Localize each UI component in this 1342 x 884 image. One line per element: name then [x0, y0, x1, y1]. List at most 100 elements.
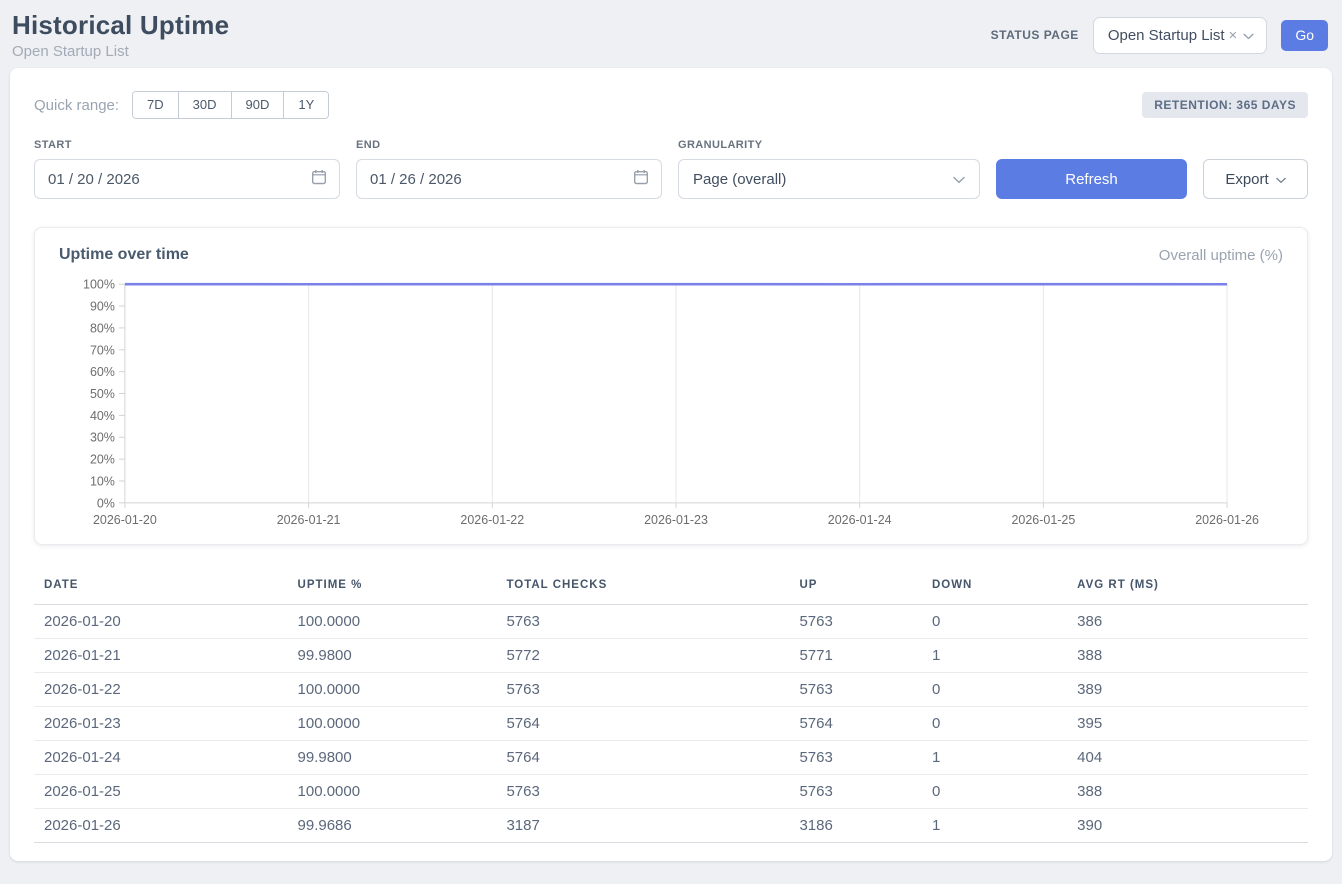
table-cell: 100.0000	[288, 605, 497, 639]
column-header: AVG RT (MS)	[1067, 569, 1308, 605]
column-header: TOTAL CHECKS	[496, 569, 789, 605]
table-cell: 1	[922, 741, 1067, 775]
refresh-button[interactable]: Refresh	[996, 159, 1187, 199]
title-block: Historical Uptime Open Startup List	[12, 10, 229, 60]
table-cell: 2026-01-23	[34, 707, 288, 741]
table-cell: 388	[1067, 639, 1308, 673]
page-subtitle: Open Startup List	[12, 43, 229, 60]
table-cell: 5764	[496, 707, 789, 741]
table-cell: 99.9800	[288, 639, 497, 673]
granularity-label: GRANULARITY	[678, 139, 980, 151]
start-date-input[interactable]: 01 / 20 / 2026	[34, 159, 340, 199]
svg-text:90%: 90%	[90, 300, 115, 314]
quick-range-button-90d[interactable]: 90D	[231, 92, 284, 118]
chevron-down-icon	[1243, 27, 1254, 44]
main-panel: Quick range: 7D30D90D1Y RETENTION: 365 D…	[10, 68, 1332, 861]
retention-badge: RETENTION: 365 DAYS	[1142, 92, 1308, 118]
svg-text:60%: 60%	[90, 365, 115, 379]
table-cell: 5763	[789, 673, 921, 707]
table-cell: 5763	[496, 673, 789, 707]
table-row: 2026-01-23100.0000576457640395	[34, 707, 1308, 741]
quick-range-group: 7D30D90D1Y	[132, 91, 329, 119]
table-header-row: DATEUPTIME %TOTAL CHECKSUPDOWNAVG RT (MS…	[34, 569, 1308, 605]
chevron-down-icon	[953, 171, 965, 188]
top-bar: Historical Uptime Open Startup List STAT…	[0, 0, 1342, 68]
table-cell: 0	[922, 775, 1067, 809]
end-date-value: 01 / 26 / 2026	[370, 171, 462, 188]
export-label: Export	[1225, 171, 1268, 188]
table-cell: 1	[922, 639, 1067, 673]
table-cell: 1	[922, 809, 1067, 843]
status-page-label: STATUS PAGE	[991, 28, 1079, 42]
chart-legend: Overall uptime (%)	[1159, 247, 1283, 264]
top-bar-right: STATUS PAGE Open Startup List × Go	[991, 17, 1328, 54]
table-cell: 5763	[789, 741, 921, 775]
column-header: DOWN	[922, 569, 1067, 605]
table-cell: 99.9800	[288, 741, 497, 775]
svg-text:100%: 100%	[83, 278, 115, 292]
svg-text:2026-01-20: 2026-01-20	[93, 513, 157, 527]
table-row: 2026-01-2699.9686318731861390	[34, 809, 1308, 843]
svg-text:2026-01-26: 2026-01-26	[1195, 513, 1259, 527]
svg-text:50%: 50%	[90, 387, 115, 401]
granularity-field: GRANULARITY Page (overall)	[678, 139, 980, 199]
table-cell: 390	[1067, 809, 1308, 843]
table-cell: 99.9686	[288, 809, 497, 843]
quick-range-button-7d[interactable]: 7D	[133, 92, 178, 118]
table-cell: 2026-01-22	[34, 673, 288, 707]
table-cell: 386	[1067, 605, 1308, 639]
status-page-value: Open Startup List	[1108, 27, 1225, 44]
table-cell: 3186	[789, 809, 921, 843]
table-cell: 0	[922, 605, 1067, 639]
calendar-icon[interactable]	[633, 169, 649, 189]
svg-text:2026-01-22: 2026-01-22	[460, 513, 524, 527]
column-header: UPTIME %	[288, 569, 497, 605]
granularity-select[interactable]: Page (overall)	[678, 159, 980, 199]
table-cell: 100.0000	[288, 673, 497, 707]
table-cell: 3187	[496, 809, 789, 843]
table-cell: 2026-01-26	[34, 809, 288, 843]
quick-range-label: Quick range:	[34, 97, 119, 114]
quick-range-button-30d[interactable]: 30D	[178, 92, 231, 118]
table-cell: 5772	[496, 639, 789, 673]
end-label: END	[356, 139, 662, 151]
chart-card: Uptime over time Overall uptime (%) 2026…	[34, 227, 1308, 545]
svg-text:40%: 40%	[90, 409, 115, 423]
calendar-icon[interactable]	[311, 169, 327, 189]
svg-text:2026-01-25: 2026-01-25	[1012, 513, 1076, 527]
table-cell: 5763	[496, 605, 789, 639]
table-body: 2026-01-20100.00005763576303862026-01-21…	[34, 605, 1308, 843]
table-row: 2026-01-2499.9800576457631404	[34, 741, 1308, 775]
column-header: DATE	[34, 569, 288, 605]
table-cell: 404	[1067, 741, 1308, 775]
table-cell: 0	[922, 707, 1067, 741]
start-label: START	[34, 139, 340, 151]
uptime-chart: 2026-01-20 2026-01-21 2026-01-22 2026-01-23…	[59, 272, 1283, 534]
status-page-select[interactable]: Open Startup List ×	[1093, 17, 1268, 54]
export-button[interactable]: Export	[1203, 159, 1308, 199]
table-cell: 5764	[789, 707, 921, 741]
svg-text:2026-01-21: 2026-01-21	[277, 513, 341, 527]
start-date-field: START 01 / 20 / 2026	[34, 139, 340, 199]
svg-text:80%: 80%	[90, 321, 115, 335]
table-cell: 5763	[496, 775, 789, 809]
table-cell: 2026-01-21	[34, 639, 288, 673]
clear-selection-icon[interactable]: ×	[1229, 27, 1238, 44]
table-cell: 388	[1067, 775, 1308, 809]
table-row: 2026-01-22100.0000576357630389	[34, 673, 1308, 707]
svg-text:2026-01-23: 2026-01-23	[644, 513, 708, 527]
end-date-input[interactable]: 01 / 26 / 2026	[356, 159, 662, 199]
svg-text:0%: 0%	[97, 496, 115, 510]
table-cell: 395	[1067, 707, 1308, 741]
filters-row: START 01 / 20 / 2026 END 01 / 26 / 2026 …	[34, 139, 1308, 199]
table-cell: 5764	[496, 741, 789, 775]
svg-text:10%: 10%	[90, 474, 115, 488]
table-cell: 2026-01-25	[34, 775, 288, 809]
go-button[interactable]: Go	[1281, 20, 1328, 51]
chart-title: Uptime over time	[59, 246, 189, 264]
quick-range-button-1y[interactable]: 1Y	[283, 92, 328, 118]
chart-header: Uptime over time Overall uptime (%)	[59, 246, 1283, 264]
svg-text:70%: 70%	[90, 343, 115, 357]
column-header: UP	[789, 569, 921, 605]
chevron-down-icon	[1276, 171, 1286, 188]
